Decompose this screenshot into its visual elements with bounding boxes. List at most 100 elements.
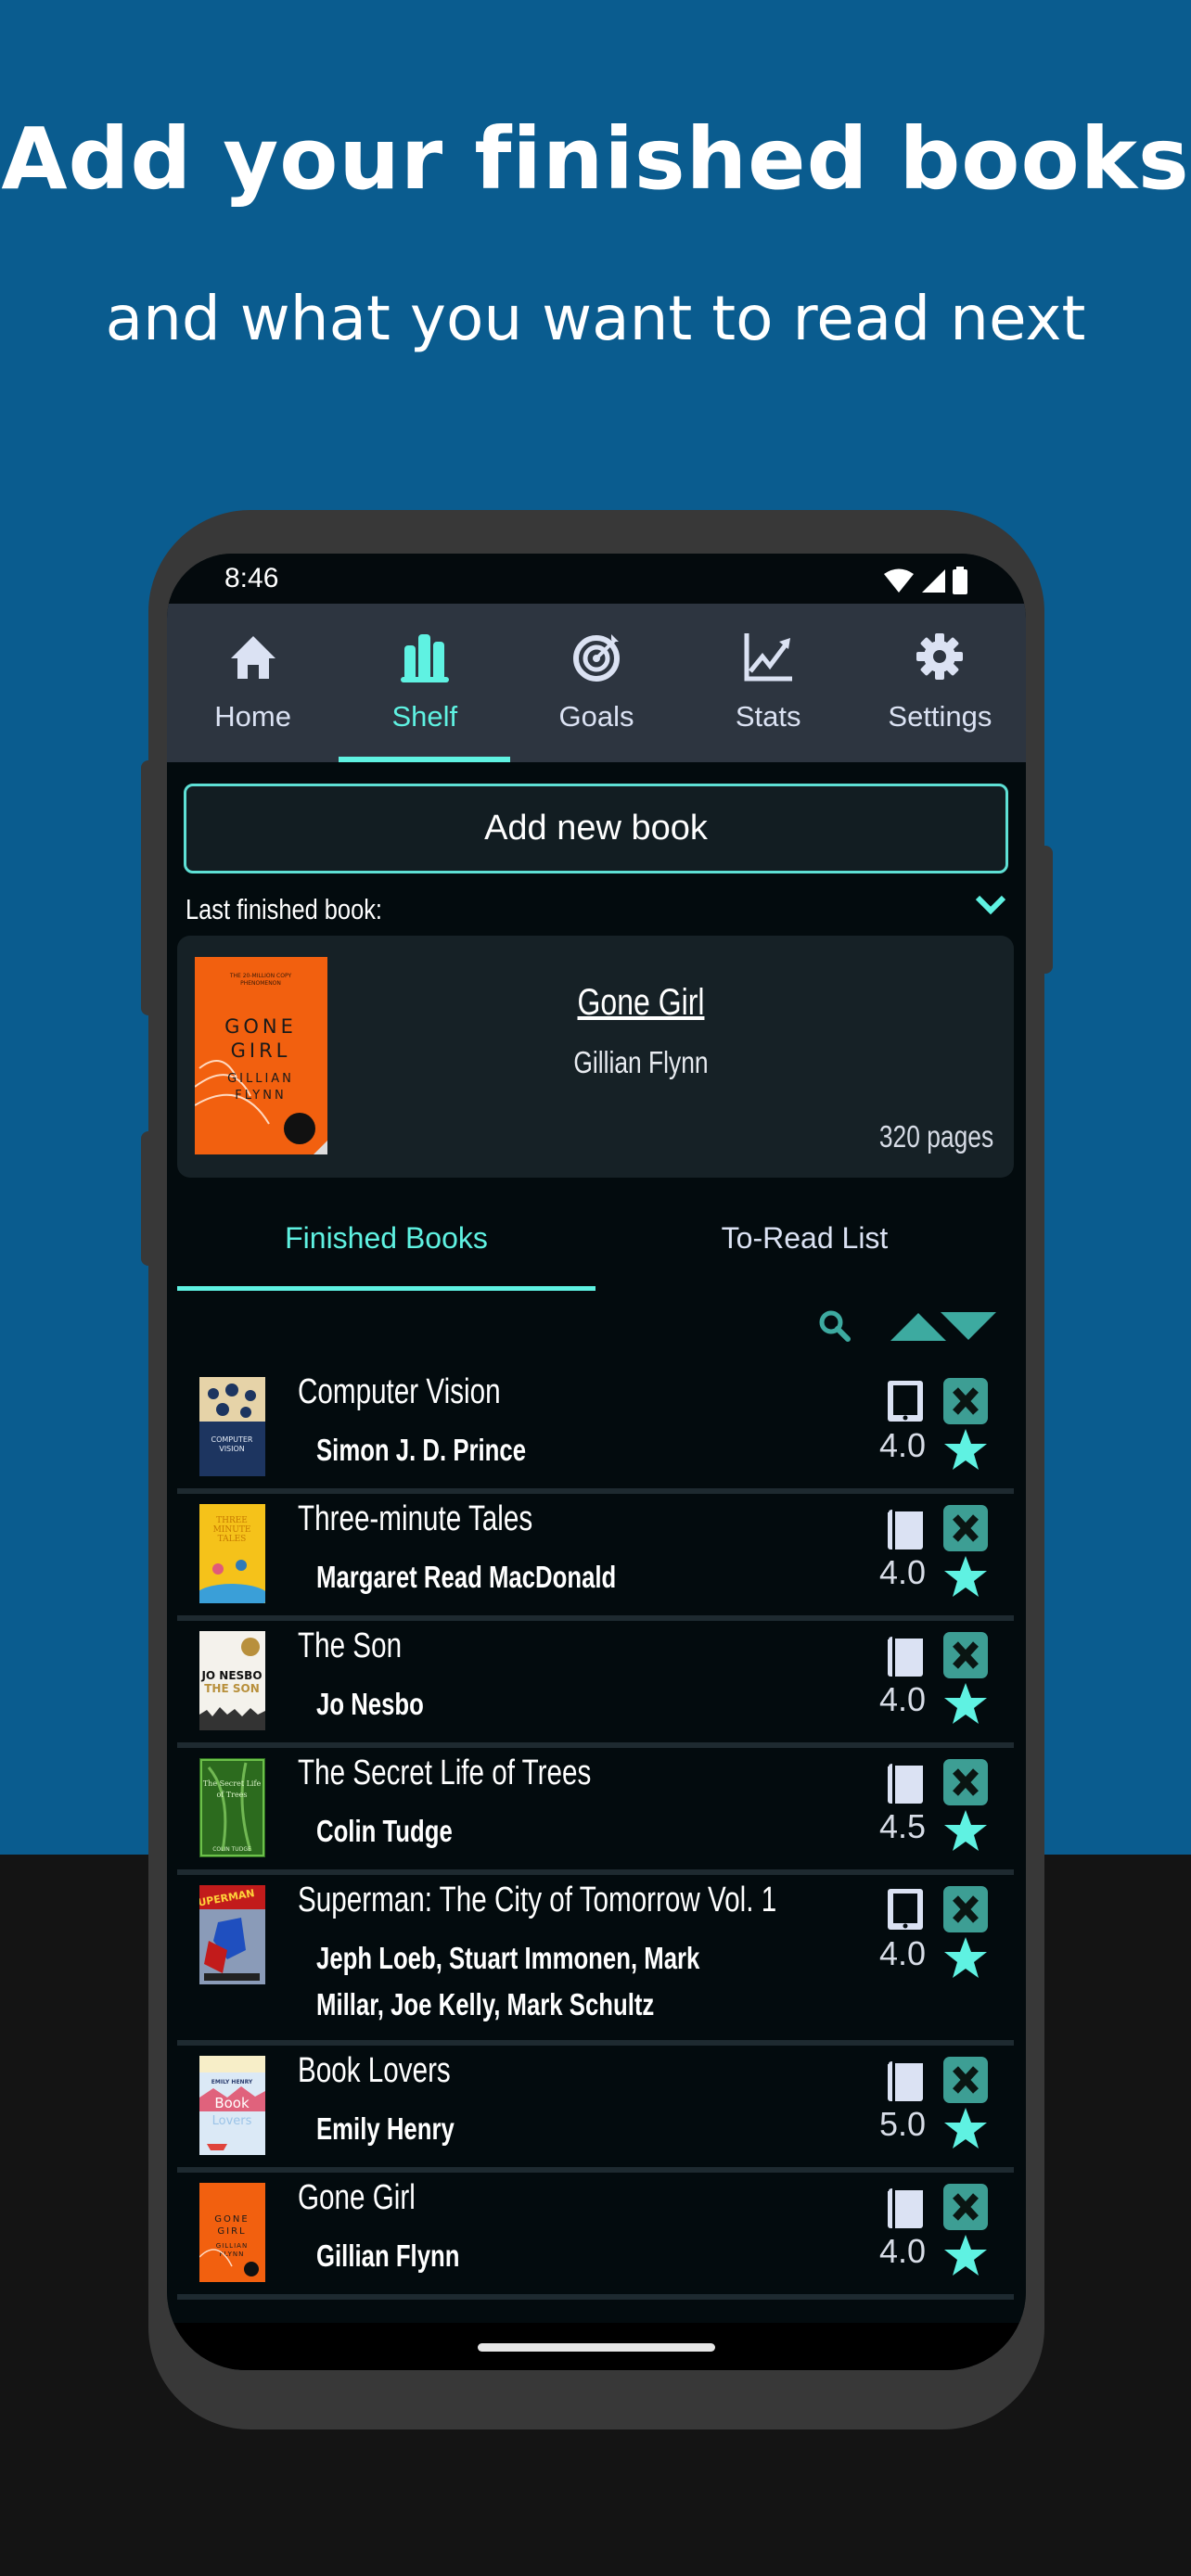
close-icon [953, 1895, 979, 1923]
nav-item-settings[interactable]: Settings [854, 604, 1026, 762]
close-icon [953, 2066, 979, 2094]
last-finished-title[interactable]: Gone Girl [493, 982, 789, 1024]
signal-icon [922, 569, 945, 593]
delete-book-button[interactable] [943, 1886, 988, 1932]
delete-book-button[interactable] [943, 1632, 988, 1678]
gear-icon [913, 630, 967, 683]
book-cover-book-lovers: EMILY HENRY Book Lovers [199, 2056, 265, 2155]
chart-line-icon [741, 630, 795, 683]
book-author: Jeph Loeb, Stuart Immonen, Mark Millar, … [316, 1941, 700, 2021]
nav-label: Goals [558, 700, 634, 733]
list-tools [818, 1309, 996, 1343]
book-cover-the-son: JO NESBOTHE SON [199, 1631, 265, 1730]
book-title: Computer Vision [298, 1372, 501, 1411]
book-list-item[interactable]: SUPERMAN Superman: The City of Tomorrow … [177, 1875, 1014, 2046]
book-cover-three-minute-tales: THREEMINUTETALES [199, 1504, 265, 1603]
nav-label: Stats [735, 700, 801, 733]
chevron-down-icon[interactable] [974, 890, 1007, 918]
svg-text:FLYNN: FLYNN [235, 1089, 286, 1103]
delete-book-button[interactable] [943, 2184, 988, 2230]
target-icon [570, 630, 623, 683]
nav-item-shelf[interactable]: Shelf [339, 604, 511, 762]
star-icon [944, 2108, 987, 2149]
nav-item-stats[interactable]: Stats [683, 604, 854, 762]
book-rating: 5.0 [878, 2105, 926, 2143]
svg-text:GONE: GONE [214, 2214, 249, 2225]
book-title: The Secret Life of Trees [298, 1753, 592, 1792]
close-icon [953, 2193, 979, 2221]
svg-text:THREE: THREE [216, 1516, 248, 1525]
book-author: Jo Nesbo [316, 1687, 424, 1721]
delete-book-button[interactable] [943, 2057, 988, 2103]
promo-subline: and what you want to read next [105, 283, 1086, 354]
nav-label: Home [214, 700, 291, 733]
paper-book-format-icon[interactable] [885, 2057, 926, 2103]
add-new-book-button[interactable]: Add new book [184, 784, 1008, 874]
tab-active-indicator [177, 1286, 596, 1291]
delete-book-button[interactable] [943, 1759, 988, 1805]
tab-to-read-list[interactable]: To-Read List [596, 1198, 1014, 1291]
book-list-item[interactable]: THREE MINUTE TALES Three-minute Tales Marg… [177, 1494, 1014, 1621]
ebook-format-icon[interactable] [885, 1886, 926, 1932]
svg-text:Lovers: Lovers [212, 2114, 252, 2128]
book-author: Colin Tudge [316, 1814, 453, 1848]
paper-book-format-icon[interactable] [885, 1505, 926, 1551]
wifi-icon [884, 568, 914, 593]
gesture-home-bar[interactable] [478, 2343, 715, 2352]
book-list-item[interactable]: The Secret Life of Trees COLIN TUDGE The S… [177, 1748, 1014, 1875]
book-title: Superman: The City of Tomorrow Vol. 1 [298, 1881, 777, 1919]
book-rating: 4.5 [878, 1807, 926, 1845]
book-cover-secret-life-of-trees: The Secret Life of Trees COLIN TUDGE [199, 1758, 265, 1857]
book-list-tabs: Finished Books To-Read List [177, 1198, 1014, 1291]
paper-book-format-icon[interactable] [885, 2184, 926, 2230]
svg-text:Book: Book [214, 2095, 250, 2111]
book-cover-gone-girl: GONEGIRLGILLIANFLYNN [199, 2183, 265, 2282]
close-icon [953, 1387, 979, 1415]
delete-book-button[interactable] [943, 1505, 988, 1551]
ebook-format-icon[interactable] [885, 1378, 926, 1424]
book-rating: 4.0 [878, 1553, 926, 1591]
book-cover-superman: SUPERMAN [199, 1885, 265, 1984]
book-rating: 4.0 [878, 1680, 926, 1718]
nav-label: Shelf [391, 700, 458, 733]
nav-item-goals[interactable]: Goals [510, 604, 682, 762]
last-finished-pages: 320 pages [878, 1119, 993, 1154]
svg-text:of Trees: of Trees [216, 1791, 247, 1799]
book-title: Book Lovers [298, 2051, 451, 2090]
svg-text:MINUTE: MINUTE [213, 1525, 251, 1535]
book-list-item[interactable]: EMILY HENRY Book Lovers Book Lovers Emily … [177, 2046, 1014, 2173]
last-finished-card[interactable]: THE 20-MILLION COPY PHENOMENON GONE GIRL… [177, 936, 1014, 1178]
close-icon [953, 1641, 979, 1669]
home-icon [226, 630, 280, 683]
paper-book-format-icon[interactable] [885, 1632, 926, 1678]
book-list-item[interactable]: GONE GIRL GILLIAN FLYNN Gone Girl Gillian F… [177, 2173, 1014, 2300]
phone-screen: 8:46 Home Shelf Goals Stats Settings Add… [167, 554, 1026, 2370]
book-title: The Son [298, 1626, 403, 1665]
svg-text:EMILY HENRY: EMILY HENRY [211, 2079, 253, 2085]
promo-headline: Add your finished books [1, 109, 1190, 209]
book-rating: 4.0 [878, 1934, 926, 1972]
svg-text:PHENOMENON: PHENOMENON [240, 980, 281, 987]
svg-text:GONE: GONE [224, 1015, 297, 1038]
svg-text:TALES: TALES [218, 1535, 247, 1544]
svg-text:THE 20-MILLION COPY: THE 20-MILLION COPY [229, 973, 292, 979]
tab-finished-books[interactable]: Finished Books [177, 1198, 596, 1291]
book-list-item[interactable]: COMPUTER VISION Computer Vision Simon J. … [177, 1367, 1014, 1494]
sort-asc-desc-icon[interactable] [890, 1310, 996, 1342]
star-icon [944, 1429, 987, 1470]
tab-label: To-Read List [721, 1220, 889, 1255]
svg-text:THE SON: THE SON [204, 1682, 260, 1695]
paper-book-format-icon[interactable] [885, 1759, 926, 1805]
status-icons [883, 567, 968, 594]
close-icon [953, 1768, 979, 1796]
search-icon[interactable] [818, 1309, 852, 1343]
status-bar: 8:46 [167, 554, 1026, 604]
book-title: Three-minute Tales [298, 1499, 533, 1538]
nav-item-home[interactable]: Home [167, 604, 339, 762]
delete-book-button[interactable] [943, 1378, 988, 1424]
svg-text:GIRL: GIRL [217, 2226, 246, 2237]
top-navigation-bar: Home Shelf Goals Stats Settings [167, 604, 1026, 762]
svg-text:GIRL: GIRL [231, 1039, 291, 1062]
book-list-item[interactable]: JO NESBO THE SON The Son Jo Nesbo 4.0 [177, 1621, 1014, 1748]
bookshelf-icon [398, 630, 452, 683]
